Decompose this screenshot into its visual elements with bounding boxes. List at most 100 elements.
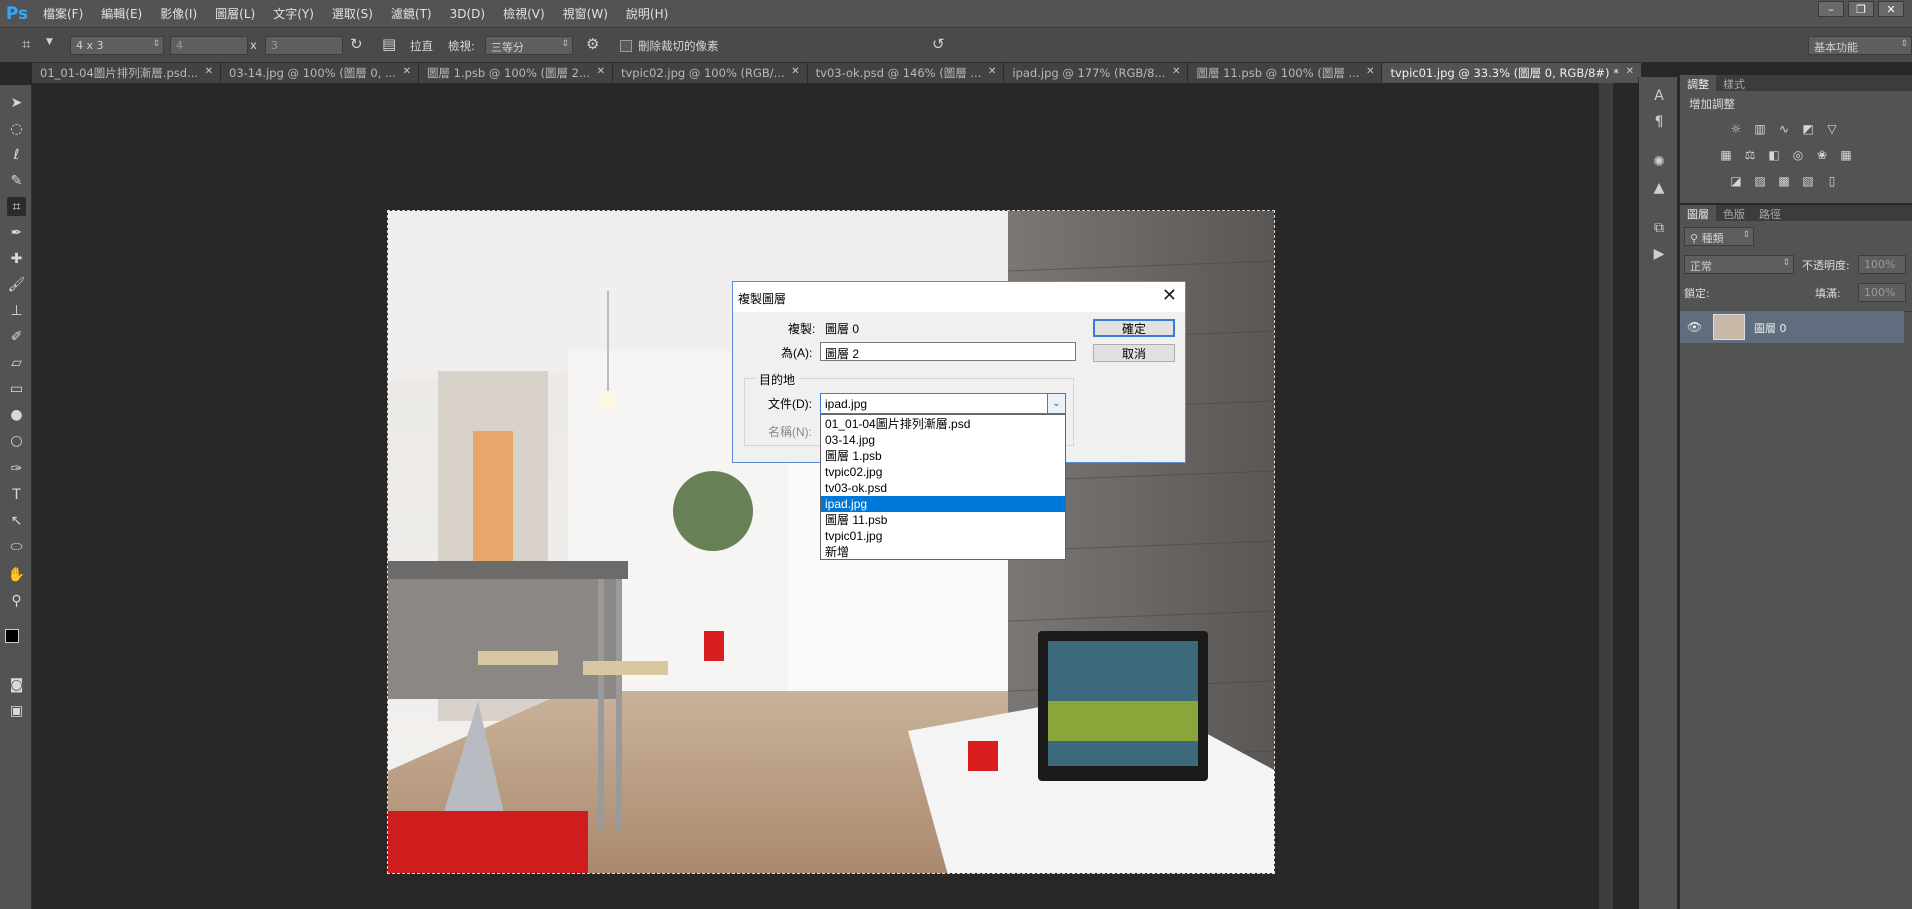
close-icon[interactable]: ✕ [403, 66, 411, 77]
document-select[interactable]: ipad.jpg ⌄ [820, 393, 1066, 414]
tab-paths[interactable]: 路徑 [1752, 205, 1788, 221]
dropdown-option[interactable]: 01_01-04圖片排列漸層.psd [821, 416, 1065, 432]
paragraph-panel-icon[interactable]: ¶ [1650, 113, 1668, 131]
crop-width-input[interactable]: 4 [170, 36, 248, 55]
blur-tool-icon[interactable]: ● [7, 405, 26, 424]
actions-play-icon[interactable]: ▶ [1650, 245, 1668, 263]
color-lookup-icon[interactable]: ▦ [1838, 147, 1854, 163]
selective-color-icon[interactable]: ▧ [1800, 173, 1816, 189]
shape-tool-icon[interactable]: ⬭ [7, 537, 26, 556]
screen-mode-icon[interactable]: ▣ [7, 701, 26, 720]
tab-adjustments[interactable]: 調整 [1680, 75, 1716, 91]
dropdown-option[interactable]: 圖層 11.psb [821, 512, 1065, 528]
tab-document[interactable]: 01_01-04圖片排列漸層.psd... ✕ [32, 63, 222, 83]
brightness-icon[interactable]: ☼ [1728, 121, 1744, 137]
eye-icon[interactable]: 👁 [1687, 320, 1702, 334]
exposure-icon[interactable]: ◩ [1800, 121, 1816, 137]
gradient-tool-icon[interactable]: ▭ [7, 379, 26, 398]
close-icon[interactable]: ✕ [988, 66, 996, 77]
brush-tool-icon[interactable]: 🖌 [7, 275, 26, 294]
tab-channels[interactable]: 色版 [1716, 205, 1752, 221]
straighten-icon[interactable]: ▤ [382, 35, 396, 53]
dropdown-option[interactable]: tvpic02.jpg [821, 464, 1065, 480]
path-select-tool-icon[interactable]: ↖ [7, 511, 26, 530]
levels-icon[interactable]: ▥ [1752, 121, 1768, 137]
chevron-down-icon[interactable]: ⌄ [1047, 394, 1065, 413]
vibrance-icon[interactable]: ▽ [1824, 121, 1840, 137]
pen-tool-icon[interactable]: ✑ [7, 459, 26, 478]
blend-mode-select[interactable]: 正常 [1684, 255, 1794, 274]
gear-icon[interactable]: ⚙ [586, 35, 599, 53]
foreground-color-swatch[interactable] [5, 629, 19, 643]
close-icon[interactable]: ✕ [791, 66, 799, 77]
vertical-scrollbar[interactable] [1599, 83, 1613, 909]
tab-layers[interactable]: 圖層 [1680, 205, 1716, 221]
cancel-button[interactable]: 取消 [1093, 344, 1175, 362]
crop-height-input[interactable]: 3 [265, 36, 343, 55]
black-white-icon[interactable]: ◧ [1766, 147, 1782, 163]
menu-type[interactable]: 文字(Y) [264, 0, 323, 27]
ratio-select[interactable]: 4 x 3 [70, 36, 164, 55]
eyedropper-tool-icon[interactable]: ✒ [7, 223, 26, 242]
color-balance-icon[interactable]: ⚖ [1742, 147, 1758, 163]
zoom-tool-icon[interactable]: ⚲ [7, 591, 26, 610]
threshold-icon[interactable]: ▩ [1776, 173, 1792, 189]
histogram-icon[interactable]: ▲ [1650, 179, 1668, 197]
layer-name-input[interactable]: 圖層 2 [820, 342, 1076, 361]
overlay-view-select[interactable]: 三等分 [485, 36, 573, 55]
menu-filter[interactable]: 濾鏡(T) [382, 0, 441, 27]
dodge-tool-icon[interactable]: ○ [7, 431, 26, 450]
menu-help[interactable]: 說明(H) [617, 0, 677, 27]
straighten-label[interactable]: 拉直 [410, 36, 433, 54]
menu-file[interactable]: 檔案(F) [34, 0, 92, 27]
posterize-icon[interactable]: ▨ [1752, 173, 1768, 189]
close-icon[interactable]: ✕ [1626, 66, 1634, 77]
dropdown-option-new[interactable]: 新增 [821, 544, 1065, 560]
channel-mixer-icon[interactable]: ❀ [1814, 147, 1830, 163]
menu-select[interactable]: 選取(S) [323, 0, 382, 27]
hue-saturation-icon[interactable]: ▦ [1718, 147, 1734, 163]
tab-document[interactable]: tvpic02.jpg @ 100% (RGB/... ✕ [612, 63, 808, 83]
dropdown-option[interactable]: 圖層 1.psb [821, 448, 1065, 464]
swap-dimensions-icon[interactable]: ↻ [350, 35, 363, 53]
photo-filter-icon[interactable]: ◎ [1790, 147, 1806, 163]
close-icon[interactable]: ✕ [1162, 285, 1177, 306]
tab-styles[interactable]: 樣式 [1716, 75, 1752, 91]
invert-icon[interactable]: ◪ [1728, 173, 1744, 189]
tab-document[interactable]: tv03-ok.psd @ 146% (圖層 ... ✕ [807, 63, 1005, 83]
move-tool-icon[interactable]: ➤ [7, 93, 26, 112]
tab-document[interactable]: 03-14.jpg @ 100% (圖層 0, ... ✕ [221, 63, 419, 83]
history-brush-tool-icon[interactable]: ✐ [7, 327, 26, 346]
dropdown-option[interactable]: tvpic01.jpg [821, 528, 1065, 544]
layer-kind-filter[interactable]: ⚲ 種類 [1684, 227, 1754, 246]
opacity-input[interactable]: 100% [1858, 255, 1906, 274]
tab-document[interactable]: 圖層 11.psb @ 100% (圖層 ... ✕ [1188, 63, 1383, 83]
minimize-button[interactable]: – [1818, 1, 1844, 17]
close-app-button[interactable]: ✕ [1878, 1, 1904, 17]
crop-tool-icon[interactable]: ⌗ [7, 197, 26, 216]
chevron-down-icon[interactable]: ▼ [46, 37, 53, 47]
delete-cropped-checkbox[interactable] [620, 40, 632, 52]
close-icon[interactable]: ✕ [597, 66, 605, 77]
menu-layer[interactable]: 圖層(L) [206, 0, 264, 27]
workspace-select[interactable]: 基本功能 [1808, 36, 1912, 55]
gradient-map-icon[interactable]: ▯ [1824, 173, 1840, 189]
character-panel-icon[interactable]: A [1650, 87, 1668, 105]
menu-window[interactable]: 視窗(W) [554, 0, 617, 27]
dropdown-option[interactable]: 03-14.jpg [821, 432, 1065, 448]
layer-row[interactable]: 👁 圖層 0 [1680, 311, 1904, 343]
quick-select-tool-icon[interactable]: ✎ [7, 171, 26, 190]
layer-comps-icon[interactable]: ⧉ [1650, 219, 1668, 237]
eraser-tool-icon[interactable]: ▱ [7, 353, 26, 372]
dropdown-option[interactable]: tv03-ok.psd [821, 480, 1065, 496]
dropdown-option-selected[interactable]: ipad.jpg [821, 496, 1065, 512]
type-tool-icon[interactable]: T [7, 485, 26, 504]
brush-settings-icon[interactable]: ✺ [1650, 153, 1668, 171]
menu-edit[interactable]: 編輯(E) [92, 0, 151, 27]
quick-mask-icon[interactable]: ◙ [7, 675, 26, 694]
tab-document[interactable]: ipad.jpg @ 177% (RGB/8... ✕ [1004, 63, 1189, 83]
ok-button[interactable]: 確定 [1093, 319, 1175, 337]
tab-document-active[interactable]: tvpic01.jpg @ 33.3% (圖層 0, RGB/8#) * ✕ [1382, 63, 1642, 83]
curves-icon[interactable]: ∿ [1776, 121, 1792, 137]
restore-button[interactable]: ❐ [1848, 1, 1874, 17]
